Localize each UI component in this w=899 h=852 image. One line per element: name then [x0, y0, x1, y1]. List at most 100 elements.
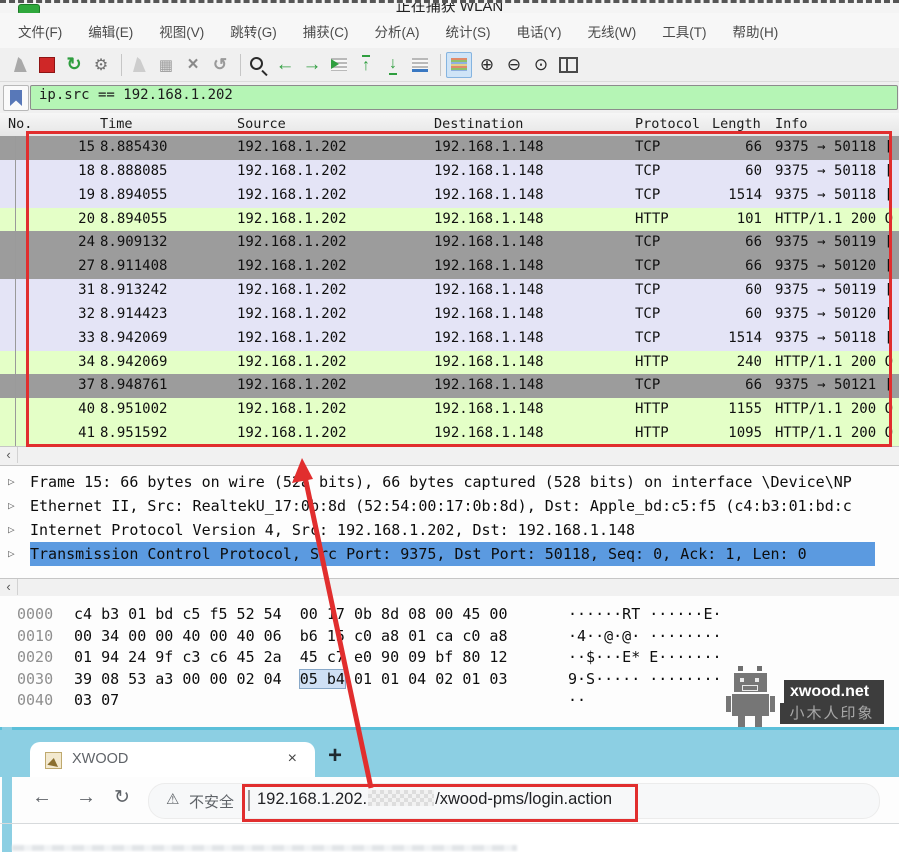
- column-header-time[interactable]: Time: [100, 116, 133, 132]
- fin-icon[interactable]: [8, 53, 32, 77]
- forward-icon[interactable]: →: [76, 786, 96, 809]
- cell-dst: 192.168.1.148: [434, 327, 544, 351]
- new-tab-button[interactable]: +: [328, 742, 342, 770]
- menu-item-1[interactable]: 编辑(E): [88, 21, 133, 41]
- zoom-orig-icon[interactable]: [529, 53, 553, 77]
- cell-proto: HTTP: [635, 398, 669, 422]
- url-text[interactable]: 192.168.1.202./xwood-pms/login.action: [257, 790, 612, 809]
- display-filter-input[interactable]: ip.src == 192.168.1.202: [30, 85, 898, 110]
- column-header-source[interactable]: Source: [237, 116, 286, 132]
- expand-caret-icon[interactable]: ▷: [8, 470, 15, 494]
- hex-bytes[interactable]: 00 34 00 00 40 00 40 06 b6 15 c0 a8 01 c…: [74, 626, 507, 648]
- cell-dst: 192.168.1.148: [434, 160, 544, 184]
- cell-proto: TCP: [635, 327, 660, 351]
- column-header-info[interactable]: Info: [775, 116, 808, 132]
- menu-item-10[interactable]: 帮助(H): [732, 21, 778, 41]
- packet-row[interactable]: 378.948761192.168.1.202192.168.1.148TCP6…: [0, 374, 899, 398]
- menu-item-8[interactable]: 无线(W): [588, 21, 637, 41]
- restart-icon[interactable]: [62, 53, 86, 77]
- column-header-no[interactable]: No.: [8, 116, 32, 132]
- cell-len: 60: [680, 303, 762, 327]
- cell-time: 8.894055: [100, 208, 167, 232]
- cell-src: 192.168.1.202: [237, 351, 347, 375]
- zoom-out-icon[interactable]: [502, 53, 526, 77]
- expand-caret-icon[interactable]: ▷: [8, 494, 15, 518]
- resize-cols-icon[interactable]: [556, 53, 580, 77]
- menu-item-6[interactable]: 统计(S): [446, 21, 491, 41]
- details-hscrollbar[interactable]: ‹: [0, 578, 899, 598]
- menu-item-0[interactable]: 文件(F): [18, 21, 62, 41]
- packet-row[interactable]: 278.911408192.168.1.202192.168.1.148TCP6…: [0, 255, 899, 279]
- detail-line[interactable]: ▷Ethernet II, Src: RealtekU_17:0b:8d (52…: [0, 494, 899, 518]
- packet-row[interactable]: 418.951592192.168.1.202192.168.1.148HTTP…: [0, 422, 899, 446]
- packet-row[interactable]: 318.913242192.168.1.202192.168.1.148TCP6…: [0, 279, 899, 303]
- detail-line[interactable]: ▷Transmission Control Protocol, Src Port…: [0, 542, 899, 566]
- browser-left-edge: [2, 727, 12, 852]
- back-icon[interactable]: [273, 53, 297, 77]
- menu-item-9[interactable]: 工具(T): [662, 21, 706, 41]
- colorize-icon[interactable]: [446, 52, 472, 78]
- expand-caret-icon[interactable]: ▷: [8, 518, 15, 542]
- reload-icon[interactable]: [208, 53, 232, 77]
- main-toolbar: [0, 48, 899, 82]
- not-secure-label[interactable]: 不安全: [189, 791, 234, 812]
- menu-item-5[interactable]: 分析(A): [375, 21, 420, 41]
- cell-len: 240: [680, 351, 762, 375]
- column-header-destination[interactable]: Destination: [434, 116, 523, 132]
- tab-title: XWOOD: [72, 751, 128, 767]
- packet-row[interactable]: 198.894055192.168.1.202192.168.1.148TCP1…: [0, 184, 899, 208]
- hex-bytes[interactable]: 03 07: [74, 690, 119, 712]
- bottom-icon[interactable]: [381, 53, 405, 77]
- save-icon[interactable]: [154, 53, 178, 77]
- hex-row[interactable]: 001000 34 00 00 40 00 40 06 b6 15 c0 a8 …: [0, 626, 899, 648]
- browser-toolbar: ← → ↻ ⚠ 不安全 192.168.1.202./xwood-pms/log…: [0, 777, 899, 823]
- hex-bytes[interactable]: 39 08 53 a3 00 00 02 04 05 b4 01 01 04 0…: [74, 669, 508, 691]
- close-icon[interactable]: [181, 53, 205, 77]
- find-icon[interactable]: [246, 53, 270, 77]
- autoscroll-icon[interactable]: [408, 53, 432, 77]
- stop-icon[interactable]: [35, 53, 59, 77]
- menu-item-4[interactable]: 捕获(C): [303, 21, 349, 41]
- scroll-left-icon[interactable]: ‹: [0, 579, 18, 595]
- packet-list-header[interactable]: No. Time Source Destination Protocol Len…: [0, 113, 899, 137]
- menu-item-3[interactable]: 跳转(G): [230, 21, 277, 41]
- packet-details-pane[interactable]: ▷Frame 15: 66 bytes on wire (528 bits), …: [0, 466, 899, 578]
- hex-row[interactable]: 0000c4 b3 01 bd c5 f5 52 54 00 17 0b 8d …: [0, 604, 899, 626]
- packet-row[interactable]: 208.894055192.168.1.202192.168.1.148HTTP…: [0, 208, 899, 232]
- scroll-left-icon[interactable]: ‹: [0, 447, 18, 463]
- column-header-length[interactable]: Length: [712, 116, 761, 132]
- options-icon[interactable]: [89, 53, 113, 77]
- cell-dst: 192.168.1.148: [434, 208, 544, 232]
- packet-row[interactable]: 188.888085192.168.1.202192.168.1.148TCP6…: [0, 160, 899, 184]
- packet-row[interactable]: 408.951002192.168.1.202192.168.1.148HTTP…: [0, 398, 899, 422]
- hex-highlighted-bytes[interactable]: 05 b4: [300, 670, 345, 688]
- column-header-protocol[interactable]: Protocol: [635, 116, 700, 132]
- reload-icon[interactable]: ↻: [114, 786, 130, 809]
- zoom-in-icon[interactable]: [475, 53, 499, 77]
- open-icon[interactable]: [127, 53, 151, 77]
- hex-bytes[interactable]: c4 b3 01 bd c5 f5 52 54 00 17 0b 8d 08 0…: [74, 604, 507, 626]
- cell-info: HTTP/1.1 200 O: [775, 422, 896, 446]
- packet-row[interactable]: 328.914423192.168.1.202192.168.1.148TCP6…: [0, 303, 899, 327]
- goto-icon[interactable]: [327, 53, 351, 77]
- detail-line[interactable]: ▷Internet Protocol Version 4, Src: 192.1…: [0, 518, 899, 542]
- hex-bytes[interactable]: 01 94 24 9f c3 c6 45 2a 45 c7 e0 90 09 b…: [74, 647, 507, 669]
- not-secure-warning-icon[interactable]: ⚠: [166, 790, 179, 808]
- packet-list-hscrollbar[interactable]: ‹: [0, 446, 899, 466]
- back-icon[interactable]: ←: [32, 786, 52, 809]
- menu-item-2[interactable]: 视图(V): [159, 21, 204, 41]
- packet-row[interactable]: 248.909132192.168.1.202192.168.1.148TCP6…: [0, 231, 899, 255]
- tab-close-icon[interactable]: ×: [288, 750, 297, 768]
- packet-row[interactable]: 338.942069192.168.1.202192.168.1.148TCP1…: [0, 327, 899, 351]
- expand-caret-icon[interactable]: ▷: [8, 542, 15, 566]
- packet-list[interactable]: 158.885430192.168.1.202192.168.1.148TCP6…: [0, 136, 899, 446]
- address-bar[interactable]: ⚠ 不安全 192.168.1.202./xwood-pms/login.act…: [148, 783, 880, 819]
- filter-bookmark-button[interactable]: [3, 85, 29, 111]
- forward-icon[interactable]: [300, 53, 324, 77]
- menu-item-7[interactable]: 电话(Y): [517, 21, 562, 41]
- browser-tab[interactable]: XWOOD ×: [30, 742, 315, 780]
- packet-row[interactable]: 158.885430192.168.1.202192.168.1.148TCP6…: [0, 136, 899, 160]
- detail-line[interactable]: ▷Frame 15: 66 bytes on wire (528 bits), …: [0, 470, 899, 494]
- packet-row[interactable]: 348.942069192.168.1.202192.168.1.148HTTP…: [0, 351, 899, 375]
- top-icon[interactable]: [354, 53, 378, 77]
